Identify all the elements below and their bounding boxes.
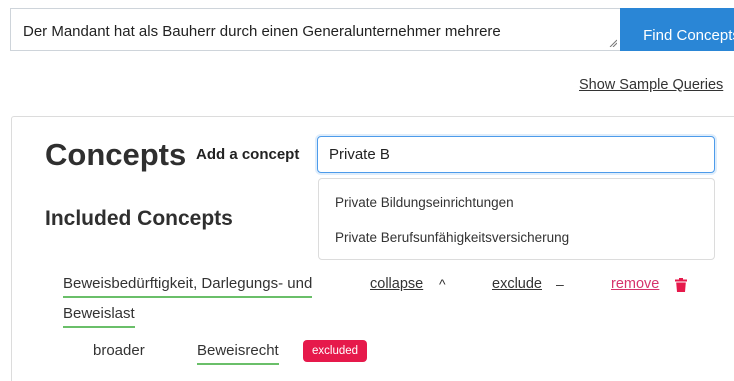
included-concept-label[interactable]: Beweisbedürftigkeit, Darlegungs- und (63, 275, 313, 298)
excluded-status-badge: excluded (303, 340, 368, 362)
broader-concept-term[interactable]: Beweisrecht (197, 342, 279, 365)
query-textarea[interactable]: Der Mandant hat als Bauherr durch einen … (10, 8, 620, 51)
broader-concept-term-text: Beweisrecht (197, 342, 279, 365)
included-concept-label-line1: Beweisbedürftigkeit, Darlegungs- und (63, 275, 313, 298)
query-text: Der Mandant hat als Bauherr durch einen … (23, 23, 501, 40)
chevron-up-icon: ^ (439, 276, 446, 292)
show-sample-queries-link[interactable]: Show Sample Queries (579, 77, 723, 93)
included-concept-label-line2: Beweislast (63, 305, 135, 328)
concepts-title: Concepts (45, 137, 187, 172)
collapse-link[interactable]: collapse (370, 276, 423, 292)
included-concept-label-cont[interactable]: Beweislast (63, 305, 135, 328)
suggestion-item[interactable]: Private Bildungseinrichtungen (335, 195, 514, 210)
add-concept-input-value: Private B (329, 146, 390, 163)
find-concepts-button[interactable]: Find Concepts (620, 8, 734, 51)
add-concept-label: Add a concept (196, 146, 300, 163)
concept-suggestions-dropdown: Private Bildungseinrichtungen Private Be… (318, 178, 715, 260)
trash-icon[interactable] (675, 278, 687, 292)
minus-icon: – (556, 276, 564, 292)
resize-handle-icon[interactable] (609, 39, 617, 47)
remove-link[interactable]: remove (611, 276, 659, 292)
broader-label: broader (93, 342, 145, 359)
suggestion-item[interactable]: Private Berufsunfähigkeitsversicherung (335, 230, 569, 245)
included-concepts-heading: Included Concepts (45, 207, 233, 230)
add-concept-input[interactable]: Private B (317, 136, 715, 173)
exclude-link[interactable]: exclude (492, 276, 542, 292)
